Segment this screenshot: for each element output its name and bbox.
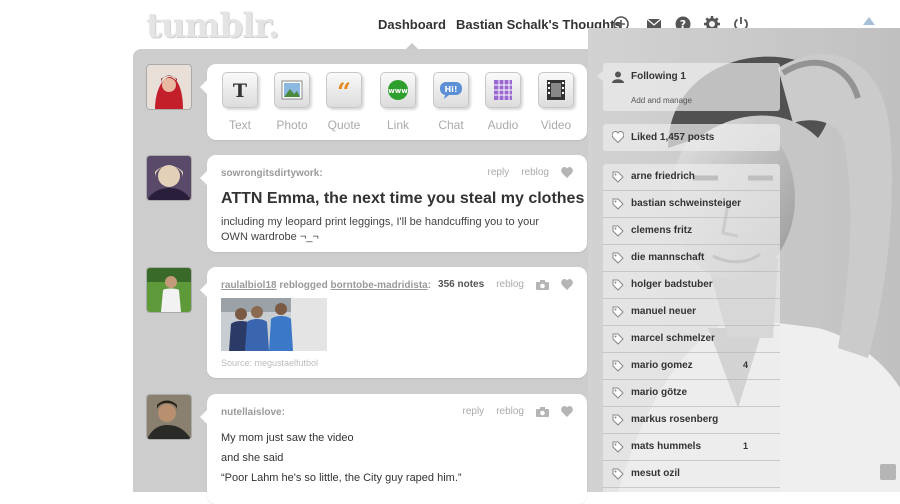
notes-count[interactable]: 356 notes xyxy=(438,279,484,290)
compose-audio-button[interactable]: Audio xyxy=(480,72,526,132)
tag-icon xyxy=(612,414,624,426)
post-author[interactable]: sowrongitsdirtywork: xyxy=(221,168,323,179)
camera-icon[interactable] xyxy=(536,279,549,290)
compose-quote-button[interactable]: “ Quote xyxy=(321,72,367,132)
tag-item[interactable]: die mannschaft xyxy=(603,245,780,272)
tag-item[interactable]: bastian schweinsteiger xyxy=(603,191,780,218)
post-title: ATTN Emma, the next time you steal my cl… xyxy=(221,190,585,207)
tracked-tags-list: arne friedrich bastian schweinsteiger cl… xyxy=(603,164,780,492)
source-user-link[interactable]: borntobe-madridista xyxy=(330,280,427,291)
scroll-down-icon[interactable] xyxy=(862,35,876,45)
plus-circle-icon[interactable] xyxy=(612,15,630,33)
tag-icon xyxy=(612,279,624,291)
reblog-button[interactable]: reblog xyxy=(496,406,524,417)
post-line: “Poor Lahm he's so little, the City guy … xyxy=(221,472,462,484)
scroll-corner-button[interactable] xyxy=(880,464,896,480)
photo-post-icon xyxy=(274,72,310,108)
quote-post-icon: “ xyxy=(326,72,362,108)
tag-icon xyxy=(612,171,624,183)
heart-icon[interactable] xyxy=(561,279,573,290)
tag-icon xyxy=(612,468,624,480)
reblog-button[interactable]: reblog xyxy=(521,167,549,178)
tag-item[interactable]: marcel schmelzer xyxy=(603,326,780,353)
post-source[interactable]: Source: megustaelfutbol xyxy=(221,358,318,368)
reblog-button[interactable]: reblog xyxy=(496,279,524,290)
svg-text:Hi!: Hi! xyxy=(444,85,457,94)
avatar[interactable] xyxy=(146,64,192,110)
reblogged-label: reblogged xyxy=(279,280,328,291)
chat-post-icon: Hi! xyxy=(433,72,469,108)
post-author-link[interactable]: raulalbiol18 xyxy=(221,280,277,291)
avatar[interactable] xyxy=(146,155,192,201)
tag-item[interactable]: mario götze xyxy=(603,380,780,407)
post-body: My mom just saw the video and she said “… xyxy=(221,428,462,488)
tag-icon xyxy=(612,198,624,210)
post-author[interactable]: nutellaislove: xyxy=(221,407,285,418)
post-actions: reply reblog xyxy=(476,167,574,178)
nav-blog-link[interactable]: Bastian Schalk's Thoughts xyxy=(456,17,622,37)
avatar[interactable] xyxy=(146,267,192,313)
tag-item[interactable]: mats hummels 1 xyxy=(603,434,780,461)
tag-icon xyxy=(612,333,624,345)
heart-icon[interactable] xyxy=(561,167,573,178)
tag-item[interactable]: mesut ozil xyxy=(603,461,780,488)
post-body: including my leopard print leggings, I'l… xyxy=(221,216,540,243)
post-card: raulalbiol18 reblogged borntobe-madridis… xyxy=(200,267,587,378)
post-actions: reply reblog xyxy=(451,406,574,417)
following-label: Following 1 xyxy=(631,71,686,82)
tag-icon xyxy=(612,360,624,372)
svg-text:?: ? xyxy=(680,18,686,31)
post-reblog-header: raulalbiol18 reblogged borntobe-madridis… xyxy=(221,280,431,291)
compose-link-button[interactable]: www Link xyxy=(375,72,421,132)
tag-item[interactable]: clemens fritz xyxy=(603,218,780,245)
svg-text:T: T xyxy=(233,80,247,101)
help-icon[interactable]: ? xyxy=(674,15,692,33)
post-line: My mom just saw the video xyxy=(221,432,354,444)
tag-icon xyxy=(612,252,624,264)
link-post-icon: www xyxy=(380,72,416,108)
power-icon[interactable] xyxy=(732,15,750,33)
post-photo-thumbnail[interactable] xyxy=(221,298,327,351)
heart-icon xyxy=(612,131,624,143)
compose-text-button[interactable]: T Text xyxy=(217,72,263,132)
video-post-icon xyxy=(538,72,574,108)
post-card: nutellaislove: reply reblog My mom just … xyxy=(200,394,587,504)
nav-dashboard[interactable]: Dashboard xyxy=(378,17,446,51)
tag-item[interactable]: markus rosenberg xyxy=(603,407,780,434)
post-card: sowrongitsdirtywork: reply reblog ATTN E… xyxy=(200,155,587,252)
tumblr-logo[interactable]: tumblr. xyxy=(146,6,280,46)
gear-icon[interactable] xyxy=(703,15,721,33)
tag-icon xyxy=(612,225,624,237)
tag-icon xyxy=(612,441,624,453)
avatar[interactable] xyxy=(146,394,192,440)
scroll-up-icon[interactable] xyxy=(862,16,876,26)
compose-post-bar: T Text Photo “ Quote www Link Hi! Chat A… xyxy=(200,64,587,140)
mail-icon[interactable] xyxy=(645,15,663,33)
tag-item[interactable]: holger badstuber xyxy=(603,272,780,299)
tag-icon xyxy=(612,306,624,318)
tag-item[interactable]: arne friedrich xyxy=(603,164,780,191)
sidebar-liked-posts[interactable]: Liked 1,457 posts xyxy=(603,124,780,151)
user-icon xyxy=(612,71,624,83)
audio-post-icon xyxy=(485,72,521,108)
compose-video-button[interactable]: Video xyxy=(533,72,579,132)
text-post-icon: T xyxy=(222,72,258,108)
tag-item[interactable]: manuel neuer xyxy=(603,299,780,326)
reply-button[interactable]: reply xyxy=(488,167,510,178)
heart-icon[interactable] xyxy=(561,406,573,417)
tag-icon xyxy=(612,387,624,399)
reply-button[interactable]: reply xyxy=(463,406,485,417)
svg-text:“: “ xyxy=(337,80,351,100)
sidebar-following[interactable]: Following 1 Add and manage xyxy=(597,63,780,111)
compose-photo-button[interactable]: Photo xyxy=(269,72,315,132)
post-line: and she said xyxy=(221,452,284,464)
camera-icon[interactable] xyxy=(536,406,549,417)
post-actions: 356 notes reblog xyxy=(426,279,573,290)
compose-chat-button[interactable]: Hi! Chat xyxy=(428,72,474,132)
add-and-manage-link[interactable]: Add and manage xyxy=(631,96,692,105)
svg-text:www: www xyxy=(388,87,408,95)
tag-item[interactable]: mario gomez 4 xyxy=(603,353,780,380)
liked-label: Liked 1,457 posts xyxy=(631,132,715,143)
